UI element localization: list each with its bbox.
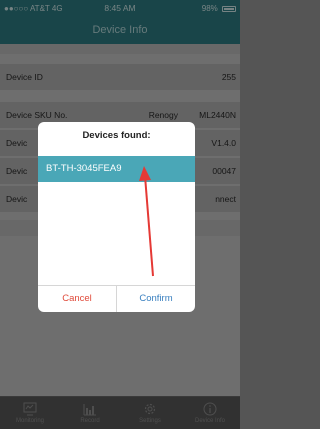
annotation-arrow [139, 166, 154, 277]
arrow-head [139, 166, 151, 181]
arrow-shaft [144, 175, 154, 277]
